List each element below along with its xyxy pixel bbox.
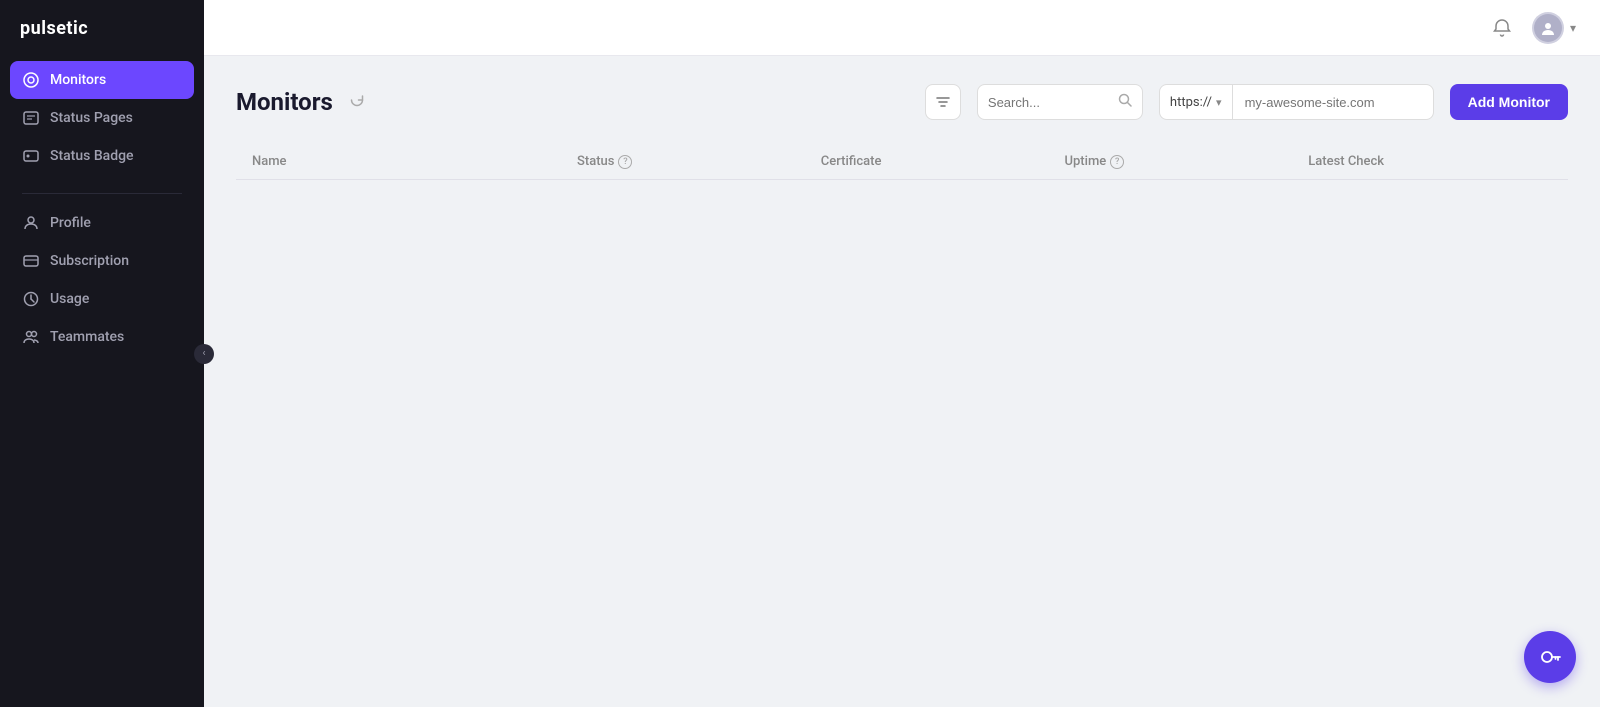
url-container: https:// ▾: [1159, 84, 1434, 120]
sidebar-item-status-badge[interactable]: Status Badge: [10, 137, 194, 175]
subscription-icon: [22, 252, 40, 270]
monitors-label: Monitors: [50, 72, 106, 88]
col-header-name: Name: [252, 154, 577, 169]
table-header: Name Status ? Certificate Uptime ? Lates…: [236, 144, 1568, 180]
page-title: Monitors: [236, 88, 333, 116]
topbar: ▾: [204, 0, 1600, 56]
sidebar-item-teammates[interactable]: Teammates: [10, 318, 194, 356]
subscription-label: Subscription: [50, 253, 129, 269]
app-logo: pulsetic: [0, 0, 204, 61]
fab-button[interactable]: [1524, 631, 1576, 683]
teammates-label: Teammates: [50, 329, 124, 345]
col-header-uptime: Uptime ?: [1065, 154, 1309, 169]
add-monitor-button[interactable]: Add Monitor: [1450, 84, 1568, 120]
monitor-icon: [22, 71, 40, 89]
uptime-info-icon[interactable]: ?: [1110, 155, 1124, 169]
search-input[interactable]: [988, 95, 1118, 110]
col-header-certificate: Certificate: [821, 154, 1065, 169]
nav-secondary: Profile Subscription: [10, 204, 194, 356]
search-icon: [1118, 93, 1132, 111]
nav-divider: [22, 193, 182, 194]
user-menu[interactable]: ▾: [1532, 12, 1576, 44]
sidebar-item-profile[interactable]: Profile: [10, 204, 194, 242]
status-badge-icon: [22, 147, 40, 165]
col-header-latest-check: Latest Check: [1308, 154, 1552, 169]
chevron-down-icon: ▾: [1570, 21, 1576, 35]
teammates-icon: [22, 328, 40, 346]
main-area: ▾ Monitors: [204, 0, 1600, 707]
sidebar-nav: Monitors Status Pages: [0, 61, 204, 707]
key-icon: [1539, 646, 1561, 668]
content-header: Monitors: [236, 84, 1568, 120]
avatar-inner: [1534, 14, 1562, 42]
content-area: Monitors: [204, 56, 1600, 707]
nav-primary: Monitors Status Pages: [10, 61, 194, 175]
usage-label: Usage: [50, 291, 89, 307]
usage-icon: [22, 290, 40, 308]
notification-bell-button[interactable]: [1486, 12, 1518, 44]
url-input[interactable]: [1232, 84, 1434, 120]
avatar: [1532, 12, 1564, 44]
status-info-icon[interactable]: ?: [618, 155, 632, 169]
protocol-label: https://: [1170, 95, 1212, 110]
profile-icon: [22, 214, 40, 232]
status-pages-label: Status Pages: [50, 110, 133, 126]
col-header-status: Status ?: [577, 154, 821, 169]
sidebar-item-status-pages[interactable]: Status Pages: [10, 99, 194, 137]
status-pages-icon: [22, 109, 40, 127]
url-protocol-selector[interactable]: https:// ▾: [1159, 84, 1232, 120]
sidebar-item-subscription[interactable]: Subscription: [10, 242, 194, 280]
protocol-chevron-icon: ▾: [1216, 96, 1222, 109]
sidebar: pulsetic Monitors: [0, 0, 204, 707]
refresh-icon[interactable]: [349, 92, 365, 112]
search-container: [977, 84, 1143, 120]
sidebar-collapse-button[interactable]: ‹: [194, 344, 214, 364]
table-body: [236, 180, 1568, 580]
sidebar-item-usage[interactable]: Usage: [10, 280, 194, 318]
filter-button[interactable]: [925, 84, 961, 120]
sidebar-item-monitors[interactable]: Monitors: [10, 61, 194, 99]
profile-label: Profile: [50, 215, 91, 231]
status-badge-label: Status Badge: [50, 148, 134, 164]
